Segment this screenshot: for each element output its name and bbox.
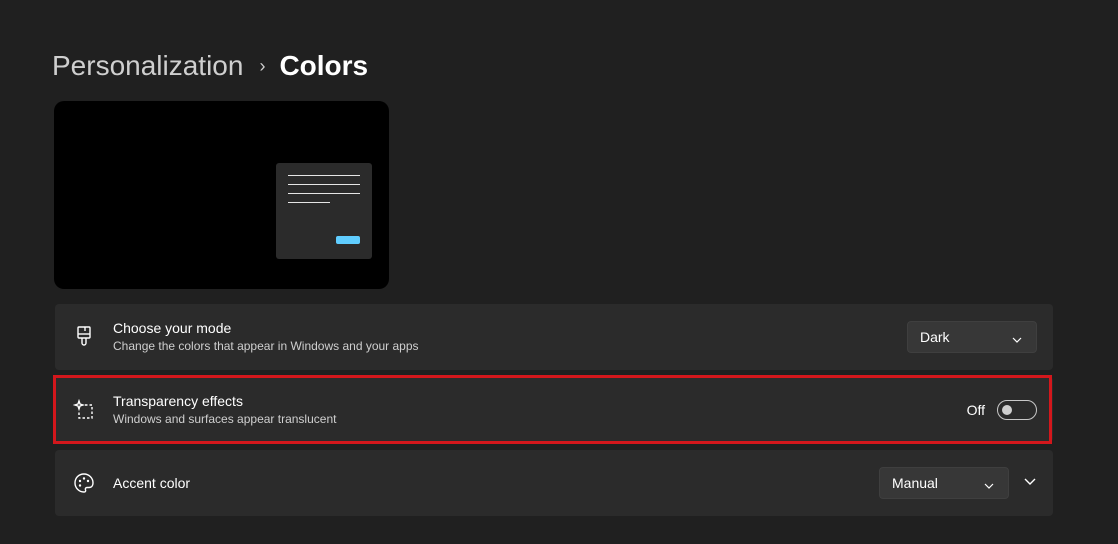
choose-mode-title: Choose your mode (113, 320, 232, 336)
theme-preview (54, 101, 389, 289)
accent-color-title: Accent color (113, 475, 191, 491)
accent-color-text: Accent color (113, 474, 190, 492)
preview-line (288, 184, 360, 185)
preview-line (288, 193, 360, 194)
breadcrumb: Personalization › Colors (52, 46, 368, 86)
accent-color-card[interactable]: Accent color Manual (55, 450, 1053, 516)
chevron-down-icon (1012, 332, 1022, 350)
choose-mode-card: Choose your mode Change the colors that … (55, 304, 1053, 370)
choose-mode-description: Change the colors that appear in Windows… (113, 339, 419, 353)
mode-dropdown-value: Dark (920, 329, 950, 345)
highlight-box (53, 375, 1052, 444)
accent-dropdown-value: Manual (892, 475, 938, 491)
preview-accent-button (336, 236, 360, 244)
accent-dropdown[interactable]: Manual (879, 467, 1009, 499)
palette-icon (73, 472, 95, 494)
mode-dropdown[interactable]: Dark (907, 321, 1037, 353)
page-title: Colors (279, 50, 369, 81)
preview-line (288, 202, 330, 203)
breadcrumb-separator: › (259, 55, 266, 76)
preview-line (288, 175, 360, 176)
chevron-down-icon[interactable] (1023, 474, 1037, 493)
chevron-down-icon (984, 478, 994, 496)
preview-window (276, 163, 372, 259)
choose-mode-text: Choose your mode Change the colors that … (113, 319, 419, 355)
paintbrush-icon (73, 326, 95, 348)
breadcrumb-personalization[interactable]: Personalization (52, 50, 243, 82)
